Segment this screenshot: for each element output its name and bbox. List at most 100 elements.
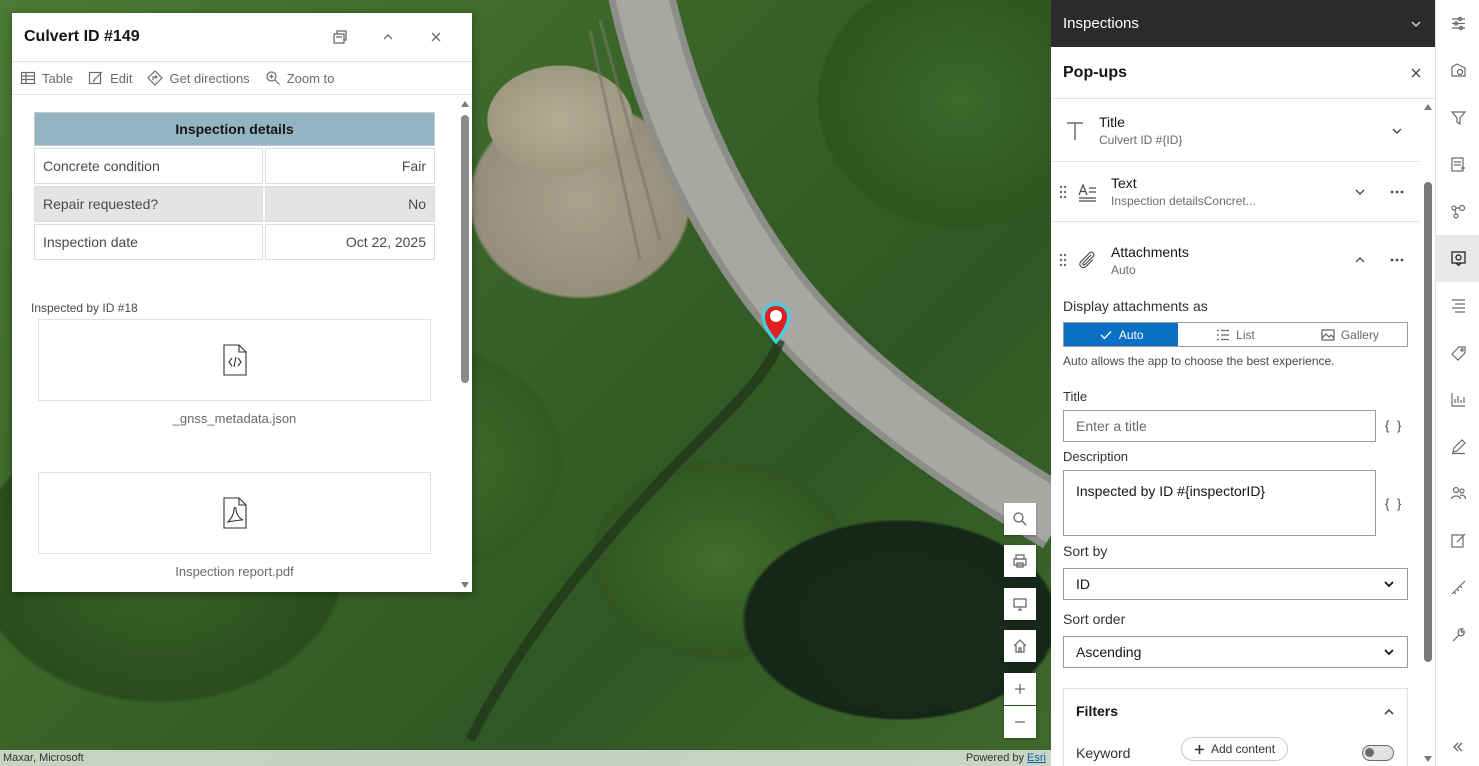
display-mode-segmented-control: Auto List Gallery [1063, 322, 1408, 347]
attachment-name[interactable]: _gnss_metadata.json [38, 411, 431, 426]
fields-button[interactable] [1436, 141, 1479, 188]
description-expression-button[interactable]: { } [1385, 496, 1403, 511]
edit-action-label: Edit [110, 70, 133, 86]
row-value: Oct 22, 2025 [265, 224, 435, 260]
title-expression-button[interactable]: { } [1385, 418, 1403, 433]
display-option-gallery[interactable]: Gallery [1293, 323, 1407, 346]
charts-button[interactable] [1436, 376, 1479, 423]
dock-button[interactable] [316, 13, 364, 61]
option-label: Auto [1118, 327, 1144, 342]
layer-selector[interactable]: Inspections [1051, 0, 1435, 47]
more-options-button[interactable] [1375, 253, 1419, 267]
home-tool[interactable] [1004, 630, 1036, 662]
more-options-button[interactable] [1375, 185, 1419, 199]
element-name: Text [1111, 175, 1137, 191]
title-element[interactable]: Title Culvert ID #{ID} [1051, 100, 1419, 162]
collapse-button[interactable] [1345, 253, 1375, 267]
close-icon [431, 32, 441, 42]
edit-button[interactable] [1436, 517, 1479, 564]
measure-button[interactable] [1436, 564, 1479, 611]
search-tool[interactable] [1004, 503, 1036, 535]
attachment-thumbnail[interactable] [38, 319, 431, 401]
description-field-label: Description [1063, 449, 1129, 464]
scrollbar-thumb[interactable] [461, 115, 469, 383]
styles-button[interactable] [1436, 47, 1479, 94]
edit-action[interactable]: Edit [88, 70, 132, 86]
zoom-out-button[interactable] [1004, 706, 1036, 738]
popup-scrollbar[interactable] [460, 101, 470, 590]
chevron-up-icon [1384, 708, 1394, 715]
attachments-element[interactable]: Attachments Auto [1051, 230, 1419, 290]
filter-button[interactable] [1436, 94, 1479, 141]
row-label: Repair requested? [34, 186, 263, 222]
scroll-down-arrow[interactable] [461, 582, 469, 588]
row-value: No [265, 186, 435, 222]
popup-header: Culvert ID #149 [12, 13, 472, 61]
panel-scrollbar[interactable] [1423, 100, 1433, 766]
description-textarea[interactable]: Inspected by ID #{inspectorID} [1063, 470, 1376, 536]
panel-title: Pop-ups [1063, 63, 1127, 81]
row-label: Concrete condition [34, 148, 263, 184]
chevron-down-icon [1392, 128, 1402, 134]
panel-header: Pop-ups [1051, 47, 1435, 99]
expand-button[interactable] [1345, 185, 1375, 199]
expand-button[interactable] [1375, 124, 1419, 138]
dock-icon [333, 30, 347, 44]
fullscreen-tool[interactable] [1004, 588, 1036, 620]
close-icon[interactable] [1409, 66, 1423, 80]
scroll-down-arrow[interactable] [1424, 756, 1432, 762]
collapse-button[interactable] [364, 13, 412, 61]
filter-icon [1450, 111, 1466, 126]
option-label: Gallery [1340, 327, 1379, 342]
element-name: Title [1099, 114, 1125, 130]
forms-button[interactable] [1436, 329, 1479, 376]
inspection-details-table: Inspection details Concrete condition Fa… [32, 110, 437, 262]
feature-popup: Culvert ID #149 Table Edit Get direction… [12, 13, 472, 592]
scrollbar-thumb[interactable] [1424, 182, 1432, 662]
properties-button[interactable] [1436, 0, 1479, 47]
keyword-label: Keyword [1076, 745, 1131, 761]
ellipsis-icon [1390, 258, 1404, 262]
sort-by-value: ID [1076, 576, 1090, 592]
close-button[interactable] [412, 13, 460, 61]
zoom-to-action[interactable]: Zoom to [265, 70, 335, 86]
display-option-auto[interactable]: Auto [1064, 323, 1179, 346]
zoom-to-label: Zoom to [286, 70, 335, 86]
sketch-button[interactable] [1436, 423, 1479, 470]
map-marker-icon[interactable] [760, 302, 792, 345]
table-action-label: Table [42, 70, 74, 86]
print-tool[interactable] [1004, 545, 1036, 577]
row-value: Fair [265, 148, 435, 184]
text-element[interactable]: Text Inspection detailsConcret... [1051, 162, 1419, 222]
scroll-up-arrow[interactable] [461, 101, 469, 107]
title-input[interactable]: Enter a title [1063, 410, 1376, 442]
collapse-action-bar-button[interactable] [1436, 740, 1479, 754]
group-button[interactable] [1436, 470, 1479, 517]
scroll-up-arrow[interactable] [1424, 104, 1432, 110]
add-content-button[interactable]: Add content [1181, 737, 1289, 761]
popup-content: Inspection details Concrete condition Fa… [12, 95, 458, 592]
attachment-thumbnail[interactable] [38, 472, 431, 554]
drag-handle-icon[interactable] [1051, 252, 1075, 268]
chevron-down-icon [1384, 581, 1394, 588]
image-icon [1321, 328, 1335, 341]
sort-by-select[interactable]: ID [1063, 568, 1408, 600]
table-row: Inspection date Oct 22, 2025 [34, 224, 435, 260]
table-action[interactable]: Table [20, 70, 73, 86]
get-directions-action[interactable]: Get directions [147, 70, 250, 86]
inspected-by-text: Inspected by ID #18 [31, 301, 138, 315]
attachment-name[interactable]: Inspection report.pdf [38, 564, 431, 579]
keyword-toggle[interactable] [1362, 745, 1394, 761]
tools-button[interactable] [1436, 611, 1479, 658]
zoom-in-button[interactable] [1004, 673, 1036, 705]
display-option-list[interactable]: List [1178, 323, 1292, 346]
aggregation-button[interactable] [1436, 188, 1479, 235]
esri-link[interactable]: Esri [1027, 752, 1046, 764]
popups-button[interactable] [1436, 235, 1479, 282]
labels-button[interactable] [1436, 282, 1479, 329]
sort-order-select[interactable]: Ascending [1063, 636, 1408, 668]
plus-icon [1195, 744, 1204, 754]
filters-collapse-button[interactable] [1383, 705, 1395, 721]
minus-icon [1015, 721, 1025, 723]
drag-handle-icon[interactable] [1051, 184, 1075, 200]
